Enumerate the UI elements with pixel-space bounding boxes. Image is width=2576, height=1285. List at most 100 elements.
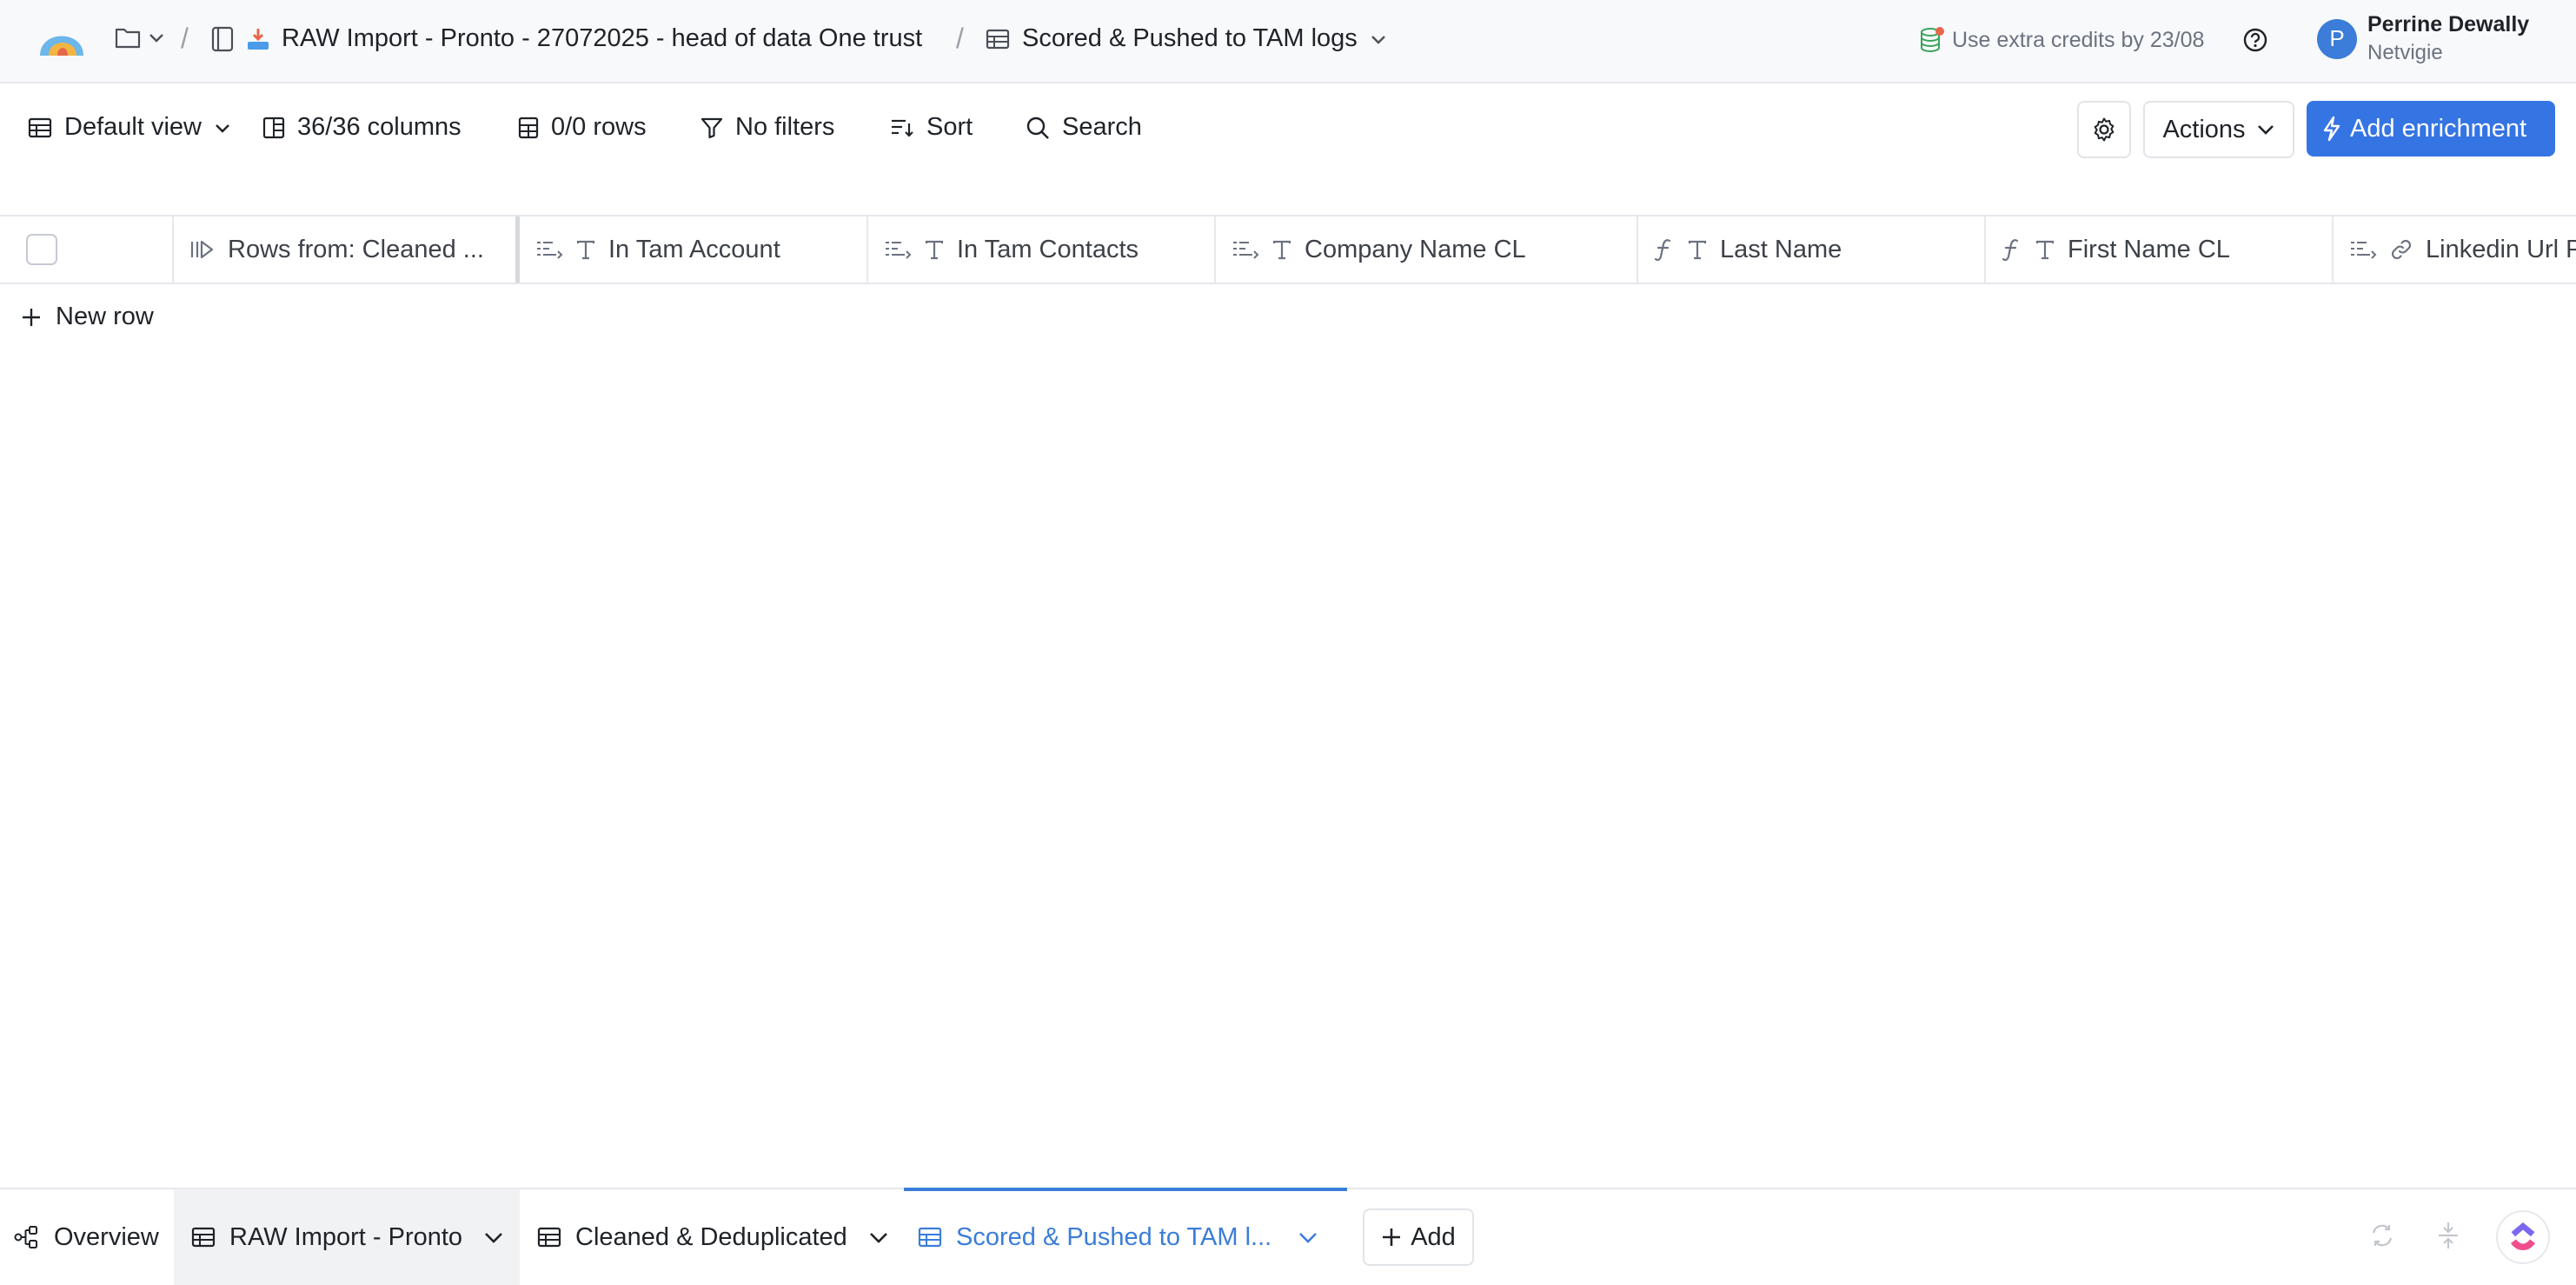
table-icon: [537, 1227, 561, 1248]
clickup-logo-icon[interactable]: [2496, 1210, 2550, 1264]
search-icon: [1026, 116, 1050, 140]
tab-raw-import[interactable]: RAW Import - Pronto: [174, 1189, 520, 1285]
table-icon: [918, 1227, 942, 1248]
wrap-text-icon: [2349, 239, 2377, 260]
chevron-down-icon[interactable]: [868, 1230, 889, 1244]
tab-label: Scored & Pushed to TAM l...: [956, 1222, 1272, 1251]
help-icon[interactable]: [2242, 27, 2268, 53]
formula-icon: [2002, 237, 2022, 262]
breadcrumb-table-label: Scored & Pushed to TAM logs: [1022, 24, 1358, 52]
table-header: Rows from: Cleaned ... In Tam Account In…: [0, 215, 2576, 284]
actions-label: Actions: [2162, 115, 2246, 143]
view-label: Default view: [64, 113, 202, 141]
column-header-in-tam-account[interactable]: In Tam Account: [520, 216, 868, 283]
chevron-down-icon: [2256, 123, 2275, 136]
wrap-text-icon: [535, 239, 563, 260]
search-label: Search: [1062, 113, 1142, 141]
table-icon: [191, 1227, 216, 1248]
column-header-in-tam-contacts[interactable]: In Tam Contacts: [868, 216, 1216, 283]
credits-text: Use extra credits by 23/08: [1952, 27, 2205, 52]
gear-icon: [2091, 117, 2117, 143]
column-header-label: Company Name CL: [1305, 235, 1526, 263]
rows-label: 0/0 rows: [551, 113, 647, 141]
source-rows-icon: [189, 238, 216, 261]
plus-icon: [21, 307, 42, 328]
text-type-icon: [575, 239, 596, 260]
column-header-company-name-cl[interactable]: Company Name CL: [1216, 216, 1638, 283]
table-icon: [28, 117, 52, 138]
tab-cleaned-deduplicated[interactable]: Cleaned & Deduplicated: [537, 1189, 902, 1285]
import-emoji-icon: [245, 26, 271, 52]
plus-icon: [1381, 1227, 1402, 1248]
chevron-down-icon: [1370, 33, 1387, 45]
column-header-label: First Name CL: [2068, 235, 2230, 263]
column-header-label: Last Name: [1720, 235, 1842, 263]
view-selector[interactable]: Default view: [28, 113, 231, 142]
new-row-button[interactable]: New row: [21, 303, 154, 331]
formula-icon: [1654, 237, 1675, 262]
top-bar: / RAW Import - Pronto - 27072025 - head …: [0, 0, 2576, 83]
avatar: P: [2317, 18, 2357, 59]
add-table-label: Add: [1411, 1222, 1456, 1251]
breadcrumb-separator: /: [956, 23, 964, 54]
credits-coins-icon: [1919, 26, 1945, 54]
add-table-button[interactable]: Add: [1363, 1208, 1474, 1266]
tab-scored-pushed[interactable]: Scored & Pushed to TAM l...: [904, 1188, 1347, 1283]
sort-button[interactable]: Sort: [890, 113, 973, 142]
filter-icon: [700, 117, 723, 139]
text-type-icon: [2035, 239, 2055, 260]
add-enrichment-label: Add enrichment: [2350, 114, 2527, 143]
breadcrumb-workbook[interactable]: RAW Import - Pronto - 27072025 - head of…: [210, 24, 922, 53]
search-button[interactable]: Search: [1026, 113, 1142, 142]
wrap-text-icon: [884, 239, 912, 260]
breadcrumb-workbook-label: RAW Import - Pronto - 27072025 - head of…: [282, 24, 923, 52]
chevron-down-icon[interactable]: [483, 1230, 504, 1244]
table-icon: [986, 29, 1010, 50]
select-all-cell: [0, 216, 174, 283]
collapse-rows-icon[interactable]: [2435, 1221, 2461, 1250]
extra-credits-notice[interactable]: Use extra credits by 23/08: [1919, 26, 2204, 54]
tab-label: Overview: [54, 1222, 159, 1251]
text-type-icon: [1687, 239, 1708, 260]
user-org: Netvigie: [2367, 41, 2443, 64]
settings-button[interactable]: [2077, 101, 2131, 158]
lightning-icon: [2322, 116, 2341, 142]
filters-button[interactable]: No filters: [700, 113, 834, 142]
wrap-text-icon: [1232, 239, 1259, 260]
sort-label: Sort: [926, 113, 973, 141]
text-type-icon: [924, 239, 945, 260]
chevron-down-icon: [214, 122, 231, 134]
sort-icon: [890, 117, 914, 139]
column-header-label: In Tam Account: [608, 235, 780, 263]
calculator-icon: [518, 117, 539, 139]
folder-menu-button[interactable]: [115, 26, 165, 49]
breadcrumb-table[interactable]: Scored & Pushed to TAM logs: [986, 24, 1387, 53]
user-name: Perrine Dewally: [2367, 12, 2530, 37]
text-type-icon: [1271, 239, 1292, 260]
tab-overview[interactable]: Overview: [14, 1189, 174, 1285]
columns-button[interactable]: 36/36 columns: [262, 113, 461, 142]
link-icon: [2389, 237, 2413, 262]
bottom-tab-bar: Overview RAW Import - Pronto Cleaned & D…: [0, 1188, 2576, 1285]
column-header-linkedin-url[interactable]: Linkedin Url P: [2334, 216, 2576, 283]
refresh-icon[interactable]: [2369, 1222, 2395, 1248]
actions-button[interactable]: Actions: [2143, 101, 2294, 158]
column-header-label: In Tam Contacts: [957, 235, 1139, 263]
folder-icon: [115, 26, 141, 49]
select-all-checkbox[interactable]: [26, 234, 57, 265]
add-enrichment-button[interactable]: Add enrichment: [2307, 101, 2555, 156]
chevron-down-icon: [148, 31, 165, 43]
rows-button[interactable]: 0/0 rows: [518, 113, 647, 142]
column-header-rows-from[interactable]: Rows from: Cleaned ...: [174, 216, 520, 283]
column-header-label: Linkedin Url P: [2426, 235, 2576, 263]
columns-icon: [262, 117, 285, 139]
user-menu[interactable]: P Perrine Dewally Netvigie: [2317, 12, 2529, 65]
column-header-first-name-cl[interactable]: First Name CL: [1986, 216, 2334, 283]
app-logo-icon[interactable]: [37, 21, 87, 57]
tab-label: Cleaned & Deduplicated: [575, 1222, 847, 1251]
chevron-down-icon[interactable]: [1298, 1230, 1318, 1244]
breadcrumb-separator: /: [181, 23, 189, 54]
filters-label: No filters: [735, 113, 835, 141]
column-header-last-name[interactable]: Last Name: [1638, 216, 1986, 283]
workflow-icon: [14, 1225, 40, 1249]
